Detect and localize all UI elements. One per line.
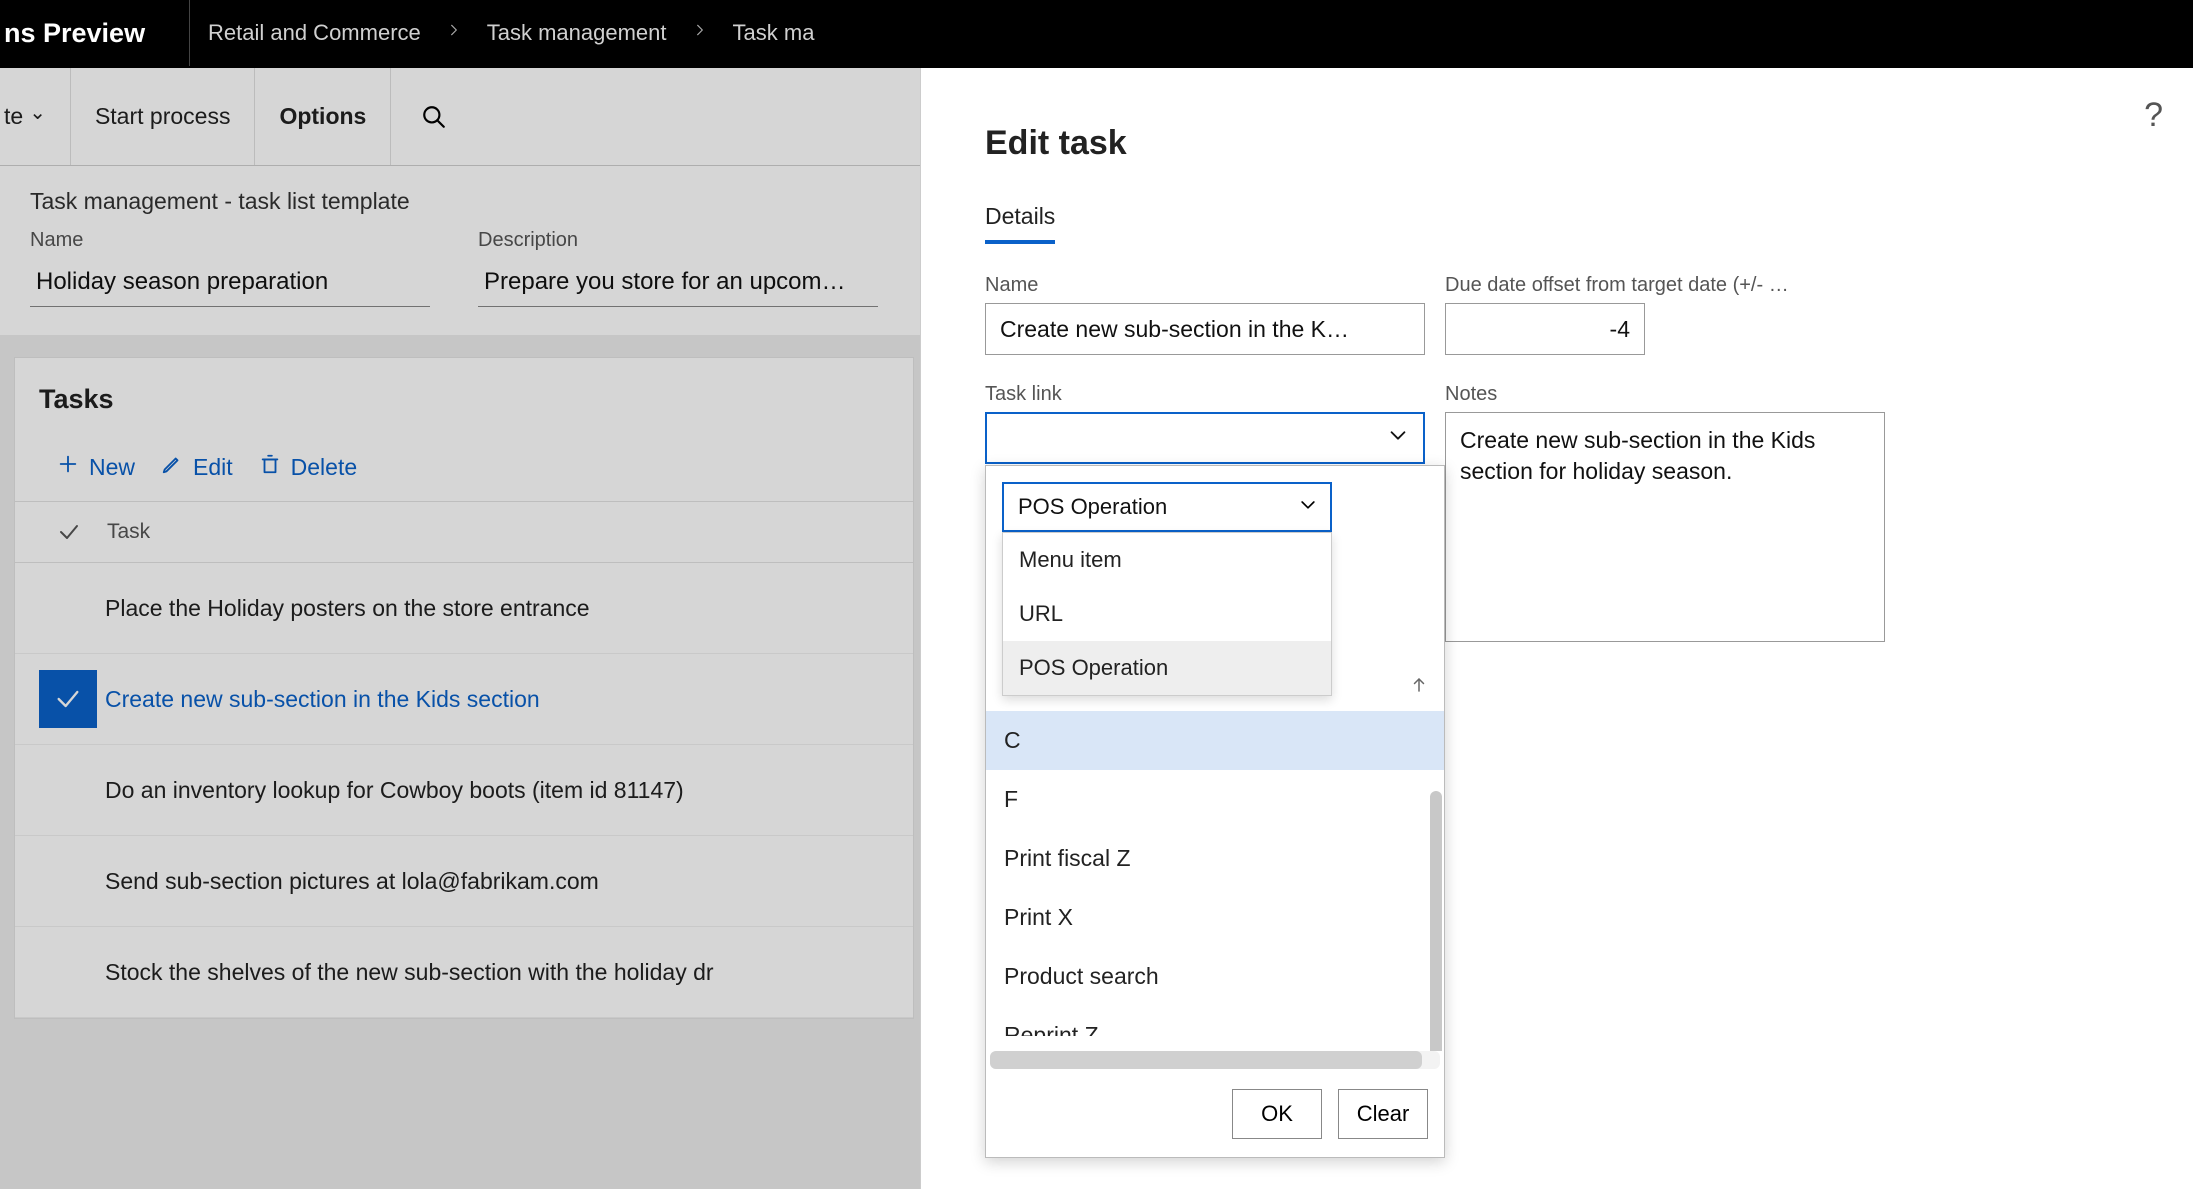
breadcrumb: Retail and Commerce Task management Task… bbox=[190, 0, 2193, 66]
clear-button[interactable]: Clear bbox=[1338, 1089, 1428, 1139]
operation-list-item[interactable]: Print fiscal Z bbox=[986, 829, 1444, 888]
top-bar: ns Preview Retail and Commerce Task mana… bbox=[0, 0, 2193, 68]
link-type-select[interactable]: POS Operation bbox=[1002, 482, 1332, 532]
dropdown-footer: OK Clear bbox=[986, 1075, 1444, 1157]
panel-tasklink-select[interactable] bbox=[985, 412, 1425, 464]
link-type-option[interactable]: POS Operation bbox=[1003, 641, 1331, 695]
panel-title: Edit task bbox=[985, 124, 2133, 163]
ok-button[interactable]: OK bbox=[1232, 1089, 1322, 1139]
tasklink-dropdown: POS Operation Menu itemURLPOS Operation … bbox=[985, 465, 1445, 1158]
operation-list-item[interactable]: Product search bbox=[986, 947, 1444, 1006]
operation-list-item[interactable]: Reprint Z bbox=[986, 1006, 1444, 1036]
horizontal-scrollbar[interactable] bbox=[990, 1051, 1440, 1069]
panel-name-input[interactable]: Create new sub-section in the K… bbox=[985, 303, 1425, 355]
help-icon[interactable]: ? bbox=[2144, 96, 2163, 135]
tab-details[interactable]: Details bbox=[985, 203, 1055, 244]
link-type-menu: Menu itemURLPOS Operation bbox=[1002, 532, 1332, 696]
link-type-value: POS Operation bbox=[1004, 494, 1167, 520]
operation-list-item[interactable]: C bbox=[986, 711, 1444, 770]
modal-backdrop bbox=[0, 68, 920, 1189]
panel-name-label: Name bbox=[985, 274, 1425, 297]
panel-notes-label: Notes bbox=[1445, 383, 1885, 406]
scrollbar[interactable] bbox=[1430, 791, 1442, 1051]
panel-notes-textarea[interactable] bbox=[1445, 412, 1885, 642]
panel-tasklink-label: Task link bbox=[985, 383, 1425, 406]
panel-due-label: Due date offset from target date (+/- … bbox=[1445, 274, 1885, 297]
panel-due-input[interactable]: -4 bbox=[1445, 303, 1645, 355]
chevron-down-icon bbox=[1387, 424, 1409, 452]
sort-asc-icon[interactable] bbox=[1410, 672, 1428, 705]
operation-list-item[interactable]: F bbox=[986, 770, 1444, 829]
app-title: ns Preview bbox=[0, 0, 190, 66]
chevron-down-icon bbox=[1298, 495, 1318, 520]
operation-list: CFPrint fiscal ZPrint XProduct searchRep… bbox=[986, 711, 1444, 1051]
breadcrumb-item[interactable]: Task ma bbox=[715, 20, 833, 46]
link-type-option[interactable]: Menu item bbox=[1003, 533, 1331, 587]
chevron-right-icon bbox=[439, 18, 469, 48]
operation-list-item[interactable]: Print X bbox=[986, 888, 1444, 947]
breadcrumb-item[interactable]: Task management bbox=[469, 20, 685, 46]
edit-task-panel: ? Edit task Details Name Create new sub-… bbox=[920, 68, 2193, 1189]
chevron-right-icon bbox=[685, 18, 715, 48]
breadcrumb-item[interactable]: Retail and Commerce bbox=[190, 20, 439, 46]
link-type-option[interactable]: URL bbox=[1003, 587, 1331, 641]
